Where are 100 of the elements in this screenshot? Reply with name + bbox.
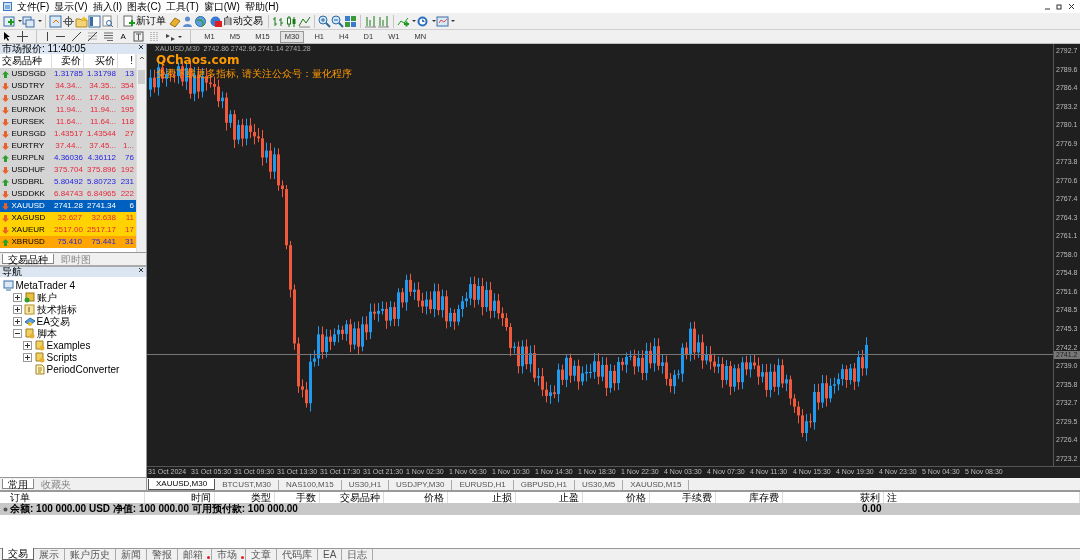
tree-item[interactable]: MetaTrader 4	[15, 279, 76, 292]
table-cell: 4.36112	[84, 152, 118, 164]
tree-item[interactable]: EA交易	[36, 315, 70, 328]
expand-icon[interactable]	[12, 317, 22, 326]
table-cell[interactable]: EURSGD	[0, 128, 52, 140]
caret-icon[interactable]	[431, 20, 436, 22]
collapse-icon[interactable]	[12, 329, 22, 338]
crosshair-icon[interactable]	[16, 31, 28, 42]
terminal-tab[interactable]: 展示	[34, 549, 65, 560]
zoom-in-icon[interactable]	[317, 14, 331, 28]
caret-icon[interactable]	[451, 20, 455, 22]
table-cell: 2741.28	[52, 200, 84, 212]
caret-icon[interactable]	[37, 20, 42, 22]
indicator-icon	[23, 304, 35, 315]
table-cell: 118	[118, 116, 136, 128]
tree-item[interactable]: PeriodConverter	[46, 363, 120, 376]
table-cell[interactable]: USDHUF	[0, 164, 52, 176]
caret-icon[interactable]	[178, 35, 183, 38]
tree-item[interactable]: 账户	[36, 291, 57, 304]
table-cell[interactable]: USDSGD	[0, 68, 52, 80]
table-cell: 17.46...	[52, 92, 84, 104]
panel-tab[interactable]: 常用	[2, 479, 34, 489]
menu-item[interactable]: 插入(I)	[92, 0, 123, 13]
auto-trading-button[interactable]: 自动交易	[206, 14, 265, 28]
table-cell[interactable]: XAUUSD	[0, 200, 52, 212]
table-cell[interactable]: USDZAR	[0, 92, 52, 104]
table-cell[interactable]: EURTRY	[0, 140, 52, 152]
line-chart-icon[interactable]	[297, 14, 311, 28]
zoom-out-icon[interactable]	[330, 14, 344, 28]
vertical-line-icon[interactable]	[44, 31, 50, 42]
magnifier-document-icon[interactable]	[100, 14, 114, 28]
close-icon[interactable]	[138, 44, 144, 50]
channel-icon[interactable]	[102, 31, 114, 42]
caret-icon[interactable]	[18, 20, 22, 22]
table-cell[interactable]: EURSEK	[0, 116, 52, 128]
expand-icon[interactable]	[22, 341, 32, 350]
bar-chart-icon[interactable]	[271, 14, 285, 28]
trendline-icon[interactable]	[70, 31, 82, 42]
panel-icon[interactable]	[87, 14, 101, 28]
menu-item[interactable]: 图表(C)	[127, 0, 161, 13]
scroll-thumb[interactable]	[138, 70, 145, 84]
table-cell[interactable]: EURNOK	[0, 104, 52, 116]
scrollbar[interactable]	[136, 54, 146, 252]
terminal-tab[interactable]: 日志	[342, 549, 374, 560]
table-cell[interactable]: EURPLN	[0, 152, 52, 164]
cursor-icon[interactable]	[2, 31, 12, 42]
terminal-tab[interactable]: 邮箱	[178, 549, 212, 560]
fibonacci-icon[interactable]	[86, 31, 98, 42]
table-cell[interactable]: XAGUSD	[0, 212, 52, 224]
globe-icon[interactable]	[193, 14, 207, 28]
close-icon[interactable]	[138, 267, 144, 273]
crosshair-icon[interactable]	[61, 14, 75, 28]
terminal-tab[interactable]: 交易	[2, 548, 34, 560]
menu-item[interactable]: 显示(V)	[54, 0, 88, 13]
terminal-tab[interactable]: 市场	[212, 549, 246, 560]
clock-icon[interactable]	[416, 14, 429, 28]
menu-item[interactable]: 工具(T)	[165, 0, 199, 13]
tree-item[interactable]: 脚本	[36, 327, 57, 340]
new-order-button[interactable]: 新订单	[120, 15, 168, 27]
scroll-up-icon[interactable]	[137, 54, 147, 62]
tree-item[interactable]: 技术指标	[36, 303, 77, 316]
text-tool[interactable]: A	[118, 30, 128, 43]
terminal-tab[interactable]: 新闻	[116, 549, 147, 560]
terminal-icon	[2, 280, 14, 291]
terminal-tab[interactable]: 代码库	[277, 549, 318, 560]
table-cell: 354	[118, 80, 136, 92]
close-icon[interactable]	[1068, 3, 1075, 10]
column-header[interactable]: 注	[884, 492, 1080, 503]
candlestick-icon[interactable]	[284, 14, 298, 28]
tile-windows-icon[interactable]	[343, 14, 357, 28]
terminal-tab[interactable]: EA	[318, 549, 343, 560]
table-cell: 5.80492	[52, 176, 84, 188]
table-cell[interactable]: USDTRY	[0, 80, 52, 92]
table-cell: 4.36036	[52, 152, 84, 164]
expand-icon[interactable]	[12, 305, 22, 314]
stop-badge-icon	[208, 14, 222, 28]
menu-item[interactable]: 帮助(H)	[244, 0, 279, 13]
text-label-icon[interactable]	[132, 31, 144, 42]
folder-star-icon[interactable]	[74, 14, 88, 28]
menu-item[interactable]: 文件(F)	[16, 0, 50, 13]
column-header[interactable]: 交易品种	[0, 54, 52, 68]
panel-tab[interactable]: 交易品种	[2, 254, 54, 264]
menu-item[interactable]: 窗口(W)	[203, 0, 240, 13]
caret-icon[interactable]	[412, 20, 416, 22]
table-cell: 75.441	[84, 236, 118, 248]
table-cell: 2741.34	[84, 200, 118, 212]
expand-icon[interactable]	[22, 353, 32, 362]
table-cell[interactable]: USDDKK	[0, 188, 52, 200]
arrows-icon[interactable]	[164, 31, 176, 42]
expand-icon[interactable]	[12, 293, 22, 302]
tree-item[interactable]: Examples	[46, 339, 91, 352]
terminal-tab[interactable]: 账户历史	[65, 549, 116, 560]
terminal-tab[interactable]: 文章	[246, 549, 277, 560]
table-cell[interactable]: USDBRL	[0, 176, 52, 188]
panel-title: 市场报价: 11:40:05	[2, 44, 86, 54]
table-cell[interactable]: XAUEUR	[0, 224, 52, 236]
terminal-tab[interactable]: 警报	[147, 549, 178, 560]
tree-item[interactable]: Scripts	[46, 351, 78, 364]
table-cell[interactable]: XBRUSD	[0, 236, 52, 248]
restore-icon[interactable]	[1056, 3, 1063, 10]
